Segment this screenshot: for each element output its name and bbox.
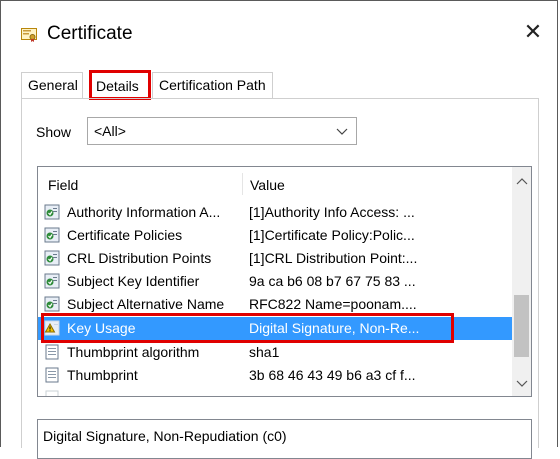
- list-item[interactable]: CRL Distribution Points [1]CRL Distribut…: [38, 247, 512, 270]
- show-label: Show: [36, 124, 72, 140]
- chevron-down-icon: [336, 118, 348, 153]
- field-value: 9a ca b6 08 b7 67 75 83 ...: [249, 273, 416, 289]
- key-usage-highlight: [41, 313, 454, 343]
- show-dropdown-value: <All>: [94, 123, 126, 139]
- field-name: Thumbprint algorithm: [67, 344, 200, 360]
- column-header-field[interactable]: Field: [48, 177, 78, 193]
- column-divider[interactable]: [242, 173, 243, 195]
- window-title: Certificate: [47, 23, 133, 44]
- close-button[interactable]: ✕: [521, 21, 545, 45]
- field-name: Certificate Policies: [67, 227, 183, 243]
- certificate-extension-icon: [44, 296, 60, 312]
- document-icon: [44, 344, 60, 360]
- field-name: Thumbprint: [67, 367, 138, 383]
- list-item-partial[interactable]: [38, 387, 512, 396]
- tab-certification-path[interactable]: Certification Path: [152, 72, 273, 98]
- field-value: RFC822 Name=poonam....: [249, 296, 417, 312]
- field-name: Subject Key Identifier: [67, 273, 200, 289]
- list-item[interactable]: Authority Information A... [1]Authority …: [38, 201, 512, 224]
- fields-list[interactable]: Field Value Authority Information A... […: [37, 166, 532, 397]
- field-name: Authority Information A...: [67, 204, 221, 220]
- certificate-extension-icon: [44, 204, 60, 220]
- certificate-dialog: Certificate ✕ General Details Certificat…: [0, 0, 558, 459]
- field-value: [1]CRL Distribution Point:...: [249, 250, 418, 266]
- field-detail-box[interactable]: Digital Signature, Non-Repudiation (c0): [37, 419, 532, 459]
- document-icon: [44, 367, 60, 383]
- list-item[interactable]: Thumbprint algorithm sha1: [38, 341, 512, 364]
- field-detail-text: Digital Signature, Non-Repudiation (c0): [43, 428, 287, 444]
- certificate-extension-icon: [44, 227, 60, 243]
- scroll-down-icon[interactable]: [512, 374, 531, 392]
- list-item[interactable]: Subject Key Identifier 9a ca b6 08 b7 67…: [38, 270, 512, 293]
- field-name: CRL Distribution Points: [67, 250, 212, 266]
- certificate-icon: [21, 28, 37, 42]
- tab-general[interactable]: General: [21, 72, 83, 98]
- field-name: Subject Alternative Name: [67, 296, 225, 312]
- field-value: sha1: [249, 344, 280, 360]
- show-dropdown[interactable]: <All>: [87, 117, 357, 145]
- list-item[interactable]: Certificate Policies [1]Certificate Poli…: [38, 224, 512, 247]
- list-scrollbar[interactable]: [512, 167, 531, 396]
- field-value: 3b 68 46 43 49 b6 a3 cf f...: [249, 367, 416, 383]
- scroll-thumb[interactable]: [514, 295, 529, 357]
- certificate-extension-icon: [44, 250, 60, 266]
- scroll-up-icon[interactable]: [512, 173, 531, 191]
- document-icon: [44, 390, 60, 396]
- column-header-value[interactable]: Value: [250, 177, 285, 193]
- title-bar: Certificate ✕: [1, 1, 557, 61]
- field-value: [1]Authority Info Access: ...: [249, 204, 415, 220]
- field-value: [1]Certificate Policy:Polic...: [249, 227, 415, 243]
- list-header: Field Value: [38, 167, 512, 199]
- tab-details[interactable]: Details: [89, 70, 151, 100]
- certificate-extension-icon: [44, 273, 60, 289]
- list-item[interactable]: Thumbprint 3b 68 46 43 49 b6 a3 cf f...: [38, 364, 512, 387]
